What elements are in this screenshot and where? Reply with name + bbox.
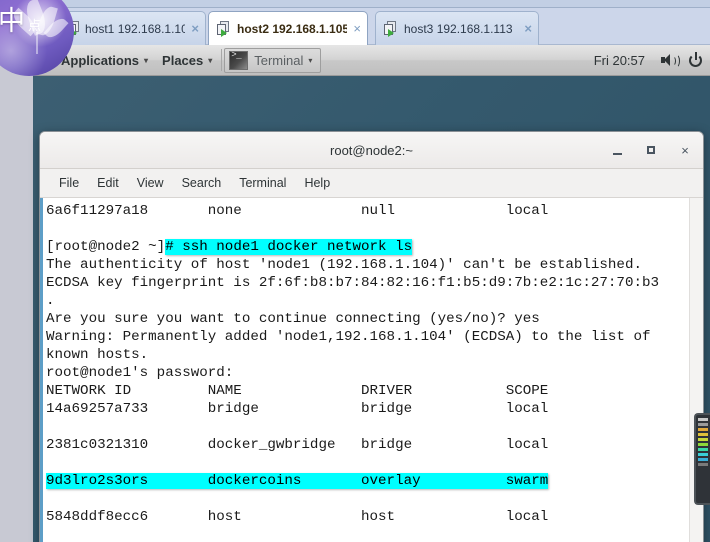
panel-divider (221, 49, 223, 71)
tab-host2-label: host2 192.168.1.105 (237, 21, 348, 36)
chevron-down-icon: ▾ (208, 55, 213, 65)
desktop-left-margin (0, 45, 33, 542)
terminal-line: . (46, 293, 55, 309)
tab-host3-close-icon[interactable]: × (524, 22, 532, 35)
chevron-down-icon: ▾ (144, 55, 149, 65)
terminal-line: The authenticity of host 'node1 (192.168… (46, 257, 642, 273)
terminal-line: Warning: Permanently added 'node1,192.16… (46, 329, 651, 345)
terminal-line: 5848ddf8ecc6 host host local (46, 509, 549, 525)
system-menu-button[interactable] (683, 51, 710, 68)
menu-edit[interactable]: Edit (88, 176, 128, 190)
session-icon (216, 20, 232, 37)
watermark-glyph: 中 (0, 6, 25, 37)
close-button[interactable]: × (677, 142, 693, 158)
terminal-line: 2381c0321310 docker_gwbridge bridge loca… (46, 437, 549, 453)
desktop-system-monitor-gadget (694, 413, 710, 505)
terminal-highlight: 9d3lro2s3ors dockercoins overlay swarm (46, 473, 549, 489)
tab-host3-label: host3 192.168.1.113 (404, 21, 513, 36)
terminal-line: 14a69257a733 bridge bridge local (46, 401, 549, 417)
terminal-highlight: # ssh node1 docker network ls (165, 239, 413, 255)
terminal-line: NETWORK ID NAME DRIVER SCOPE (46, 383, 549, 399)
terminal-icon (229, 50, 249, 70)
terminal-body[interactable]: 6a6f11297a18 none null local [root@node2… (40, 198, 703, 542)
client-tabstrip: host1 192.168.1.104 × host2 192.168.1.10… (0, 0, 710, 45)
remote-desktop: Applications ▾ Places ▾ Terminal ▾ Fri 2… (0, 45, 710, 542)
terminal-line: [root@node2 ~]# ssh node1 docker network… (46, 238, 689, 256)
gnome-top-panel: Applications ▾ Places ▾ Terminal ▾ Fri 2… (33, 45, 710, 76)
terminal-menubar: File Edit View Search Terminal Help (40, 169, 703, 198)
power-icon (689, 51, 704, 68)
window-list-terminal[interactable]: Terminal ▾ (224, 47, 322, 73)
terminal-screen[interactable]: 6a6f11297a18 none null local [root@node2… (43, 198, 689, 542)
terminal-line: Are you sure you want to continue connec… (46, 311, 540, 327)
maximize-button[interactable] (643, 142, 659, 158)
menu-help[interactable]: Help (295, 176, 339, 190)
terminal-line: root@node1's password: (46, 365, 234, 381)
menu-view[interactable]: View (128, 176, 173, 190)
menu-terminal[interactable]: Terminal (230, 176, 295, 190)
menu-search[interactable]: Search (173, 176, 231, 190)
terminal-titlebar[interactable]: root@node2:~ × (40, 132, 703, 169)
tab-host1-close-icon[interactable]: × (191, 22, 199, 35)
terminal-line: 9d3lro2s3ors dockercoins overlay swarm (46, 472, 689, 490)
session-icon (383, 20, 399, 37)
volume-button[interactable] (655, 53, 683, 68)
tab-host3[interactable]: host3 192.168.1.113 × (375, 11, 539, 45)
menu-file[interactable]: File (50, 176, 88, 190)
terminal-line: 6a6f11297a18 none null local (46, 203, 549, 219)
window-controls: × (609, 142, 693, 158)
panel-clock[interactable]: Fri 20:57 (584, 53, 655, 68)
tab-host2-close-icon[interactable]: × (353, 22, 361, 35)
tab-host1[interactable]: host1 192.168.1.104 × (58, 11, 206, 45)
menu-places[interactable]: Places ▾ (155, 45, 219, 75)
menu-applications-label: Applications (61, 52, 140, 68)
minimize-button[interactable] (609, 142, 625, 158)
client-toolbar-edge (0, 0, 710, 8)
tab-host1-label: host1 192.168.1.104 (85, 21, 186, 36)
tab-host2[interactable]: host2 192.168.1.105 × (208, 11, 368, 45)
terminal-window: root@node2:~ × File Edit View Search Ter… (39, 131, 704, 542)
window-list-terminal-label: Terminal (254, 52, 304, 68)
terminal-line: known hosts. (46, 347, 149, 363)
speaker-icon (661, 53, 680, 68)
chevron-down-icon: ▾ (308, 55, 313, 65)
watermark-glyph-small: 点 (28, 19, 42, 34)
terminal-prompt: [root@node2 ~] (46, 239, 166, 255)
terminal-title: root@node2:~ (330, 142, 413, 158)
terminal-line: ECDSA key fingerprint is 2f:6f:b8:b7:84:… (46, 275, 659, 291)
menu-places-label: Places (162, 52, 204, 68)
